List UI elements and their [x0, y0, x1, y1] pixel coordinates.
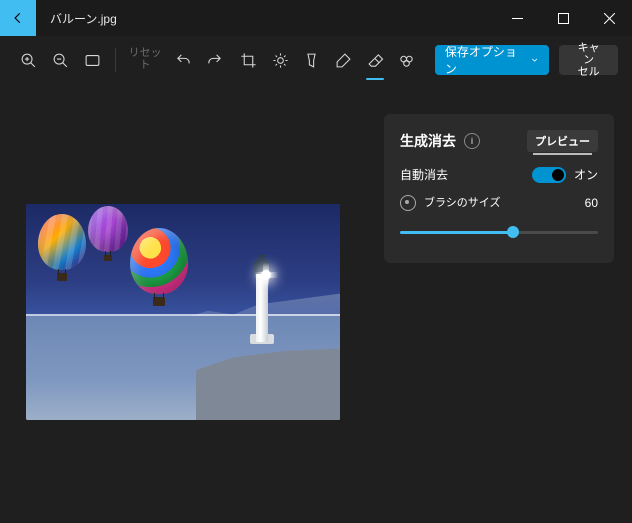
- brush-size-slider[interactable]: [400, 223, 598, 241]
- erase-tool[interactable]: [360, 44, 390, 76]
- auto-erase-state: オン: [574, 166, 598, 183]
- maximize-button[interactable]: [540, 0, 586, 36]
- close-button[interactable]: [586, 0, 632, 36]
- back-button[interactable]: [0, 0, 36, 36]
- lighthouse: [252, 254, 272, 342]
- save-options-button[interactable]: 保存オプション: [435, 45, 550, 75]
- image-canvas[interactable]: [26, 204, 340, 420]
- markup-tool[interactable]: [329, 44, 359, 76]
- erase-panel: 生成消去 i プレビュー 自動消去 オン ブラシのサイズ 60: [384, 114, 614, 263]
- toolbar: リセット 保存オプション キャン セル: [0, 36, 632, 84]
- fit-button[interactable]: [77, 44, 107, 76]
- zoom-in-button[interactable]: [14, 44, 44, 76]
- target-icon: [400, 195, 416, 211]
- balloon: [88, 206, 128, 261]
- balloon: [130, 228, 188, 306]
- crop-tool[interactable]: [234, 44, 264, 76]
- undo-button[interactable]: [168, 44, 198, 76]
- title-bar: バルーン.jpg: [0, 0, 632, 36]
- reset-button[interactable]: リセット: [124, 48, 167, 71]
- auto-erase-toggle[interactable]: [532, 167, 566, 183]
- cancel-button[interactable]: キャン セル: [559, 45, 618, 75]
- redo-button[interactable]: [200, 44, 230, 76]
- filter-tool[interactable]: [297, 44, 327, 76]
- auto-erase-label: 自動消去: [400, 166, 448, 183]
- brush-size-value: 60: [585, 196, 598, 210]
- balloon: [38, 214, 86, 281]
- editor-area: 生成消去 i プレビュー 自動消去 オン ブラシのサイズ 60: [0, 84, 632, 523]
- chevron-down-icon: [530, 55, 539, 65]
- window-title: バルーン.jpg: [36, 0, 117, 36]
- background-tool[interactable]: [392, 44, 422, 76]
- zoom-out-button[interactable]: [46, 44, 76, 76]
- minimize-button[interactable]: [494, 0, 540, 36]
- preview-button[interactable]: プレビュー: [527, 130, 598, 152]
- brush-size-label: ブラシのサイズ: [424, 197, 500, 209]
- info-icon[interactable]: i: [464, 133, 480, 149]
- adjust-tool[interactable]: [265, 44, 295, 76]
- save-label: 保存オプション: [445, 43, 522, 77]
- panel-title: 生成消去: [400, 131, 456, 151]
